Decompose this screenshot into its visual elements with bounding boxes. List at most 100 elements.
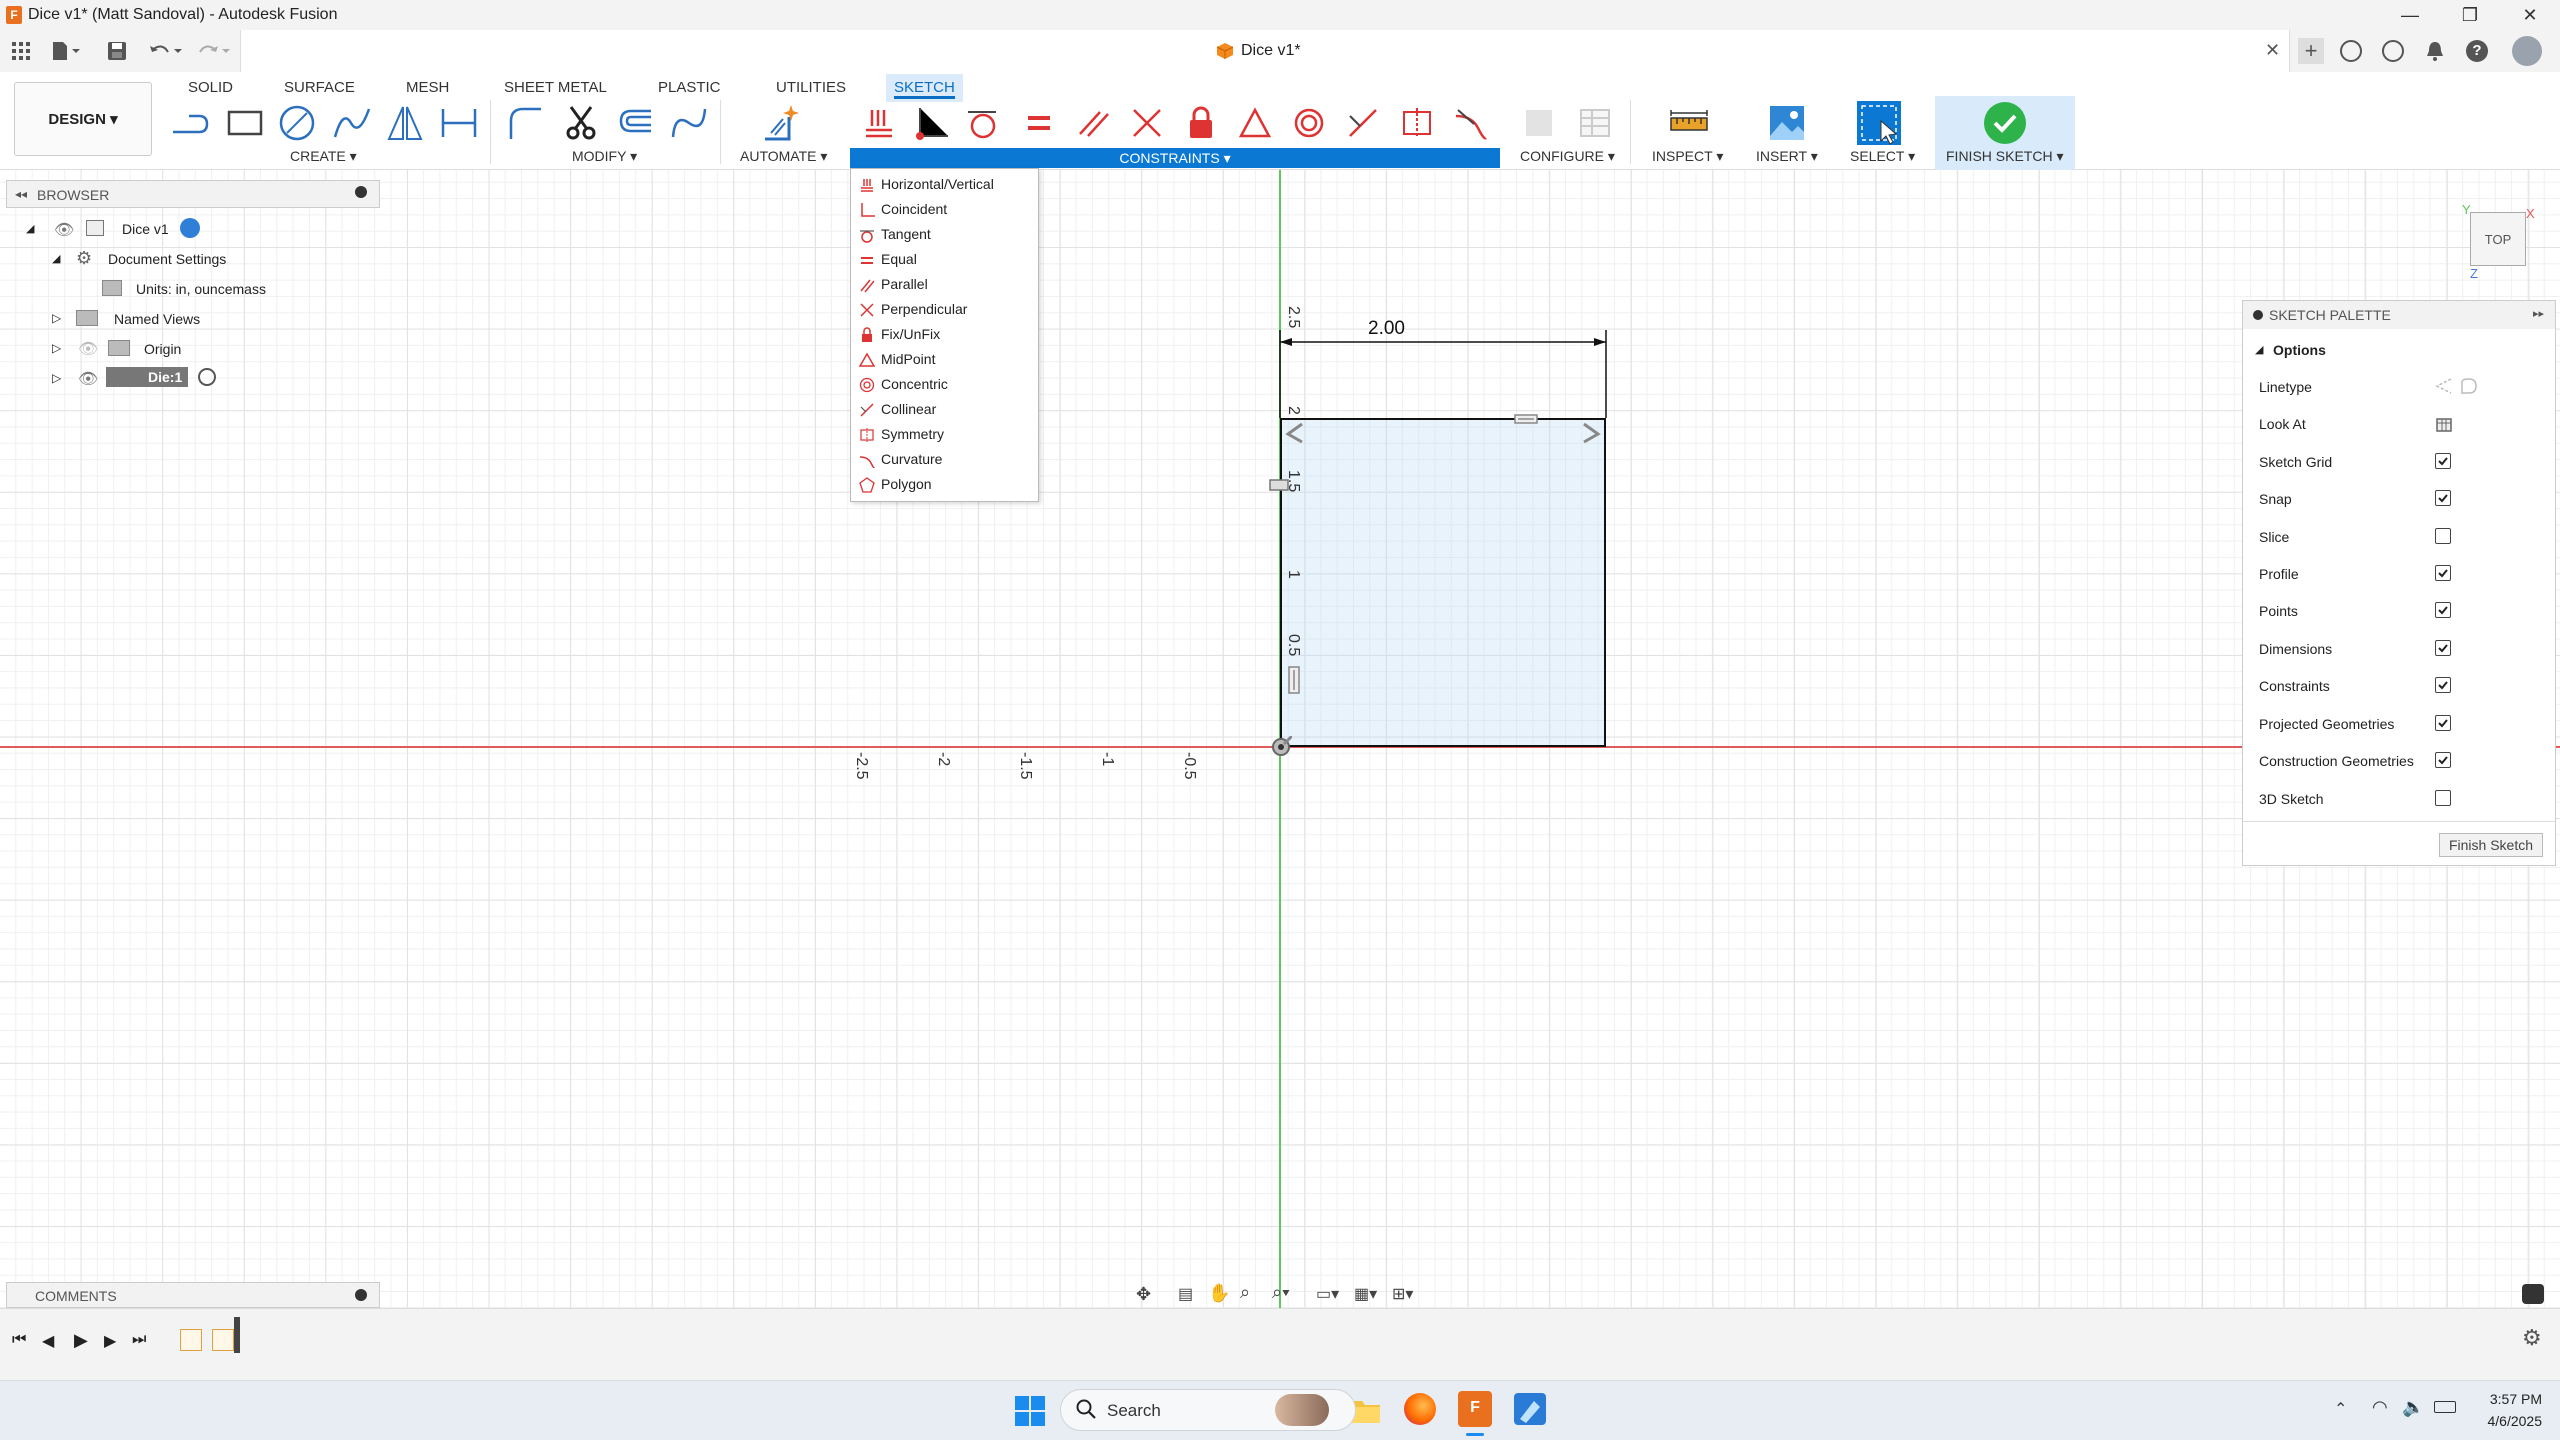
3d-sketch-checkbox[interactable]	[2435, 790, 2451, 806]
timeline-settings-gear-icon[interactable]: ⚙	[2522, 1325, 2542, 1351]
menu-item-parallel[interactable]: Parallel	[851, 272, 1038, 297]
display-settings-icon[interactable]: ▭▾	[1316, 1284, 1339, 1304]
collinear-constraint-icon[interactable]	[1340, 100, 1386, 146]
expand-arrow-icon[interactable]: ▷	[52, 311, 61, 325]
help-icon[interactable]: ?	[2466, 40, 2488, 62]
document-settings-node[interactable]: Document Settings	[108, 251, 226, 267]
finish-sketch-menu[interactable]: FINISH SKETCH ▾	[1946, 148, 2063, 165]
windows-start-icon[interactable]	[1014, 1395, 1046, 1427]
slice-checkbox[interactable]	[2435, 528, 2451, 544]
document-tab[interactable]: Dice v1* ✕	[240, 30, 2290, 72]
menu-item-polygon[interactable]: Polygon	[851, 472, 1038, 497]
tab-solid[interactable]: SOLID	[184, 74, 237, 102]
look-at-icon[interactable]: ▤	[1178, 1284, 1193, 1304]
redo-icon[interactable]	[196, 40, 236, 62]
menu-item-symmetry[interactable]: Symmetry	[851, 422, 1038, 447]
tab-mesh[interactable]: MESH	[402, 74, 453, 102]
play-icon[interactable]: ▶	[74, 1330, 88, 1351]
comments-panel[interactable]: COMMENTS	[6, 1282, 380, 1308]
volume-icon[interactable]: 🔈	[2402, 1397, 2424, 1418]
automate-menu[interactable]: AUTOMATE ▾	[740, 148, 827, 165]
trim-tool-icon[interactable]	[558, 100, 604, 146]
sketch-profile[interactable]	[1280, 418, 1606, 747]
configure-menu[interactable]: CONFIGURE ▾	[1520, 148, 1615, 165]
expand-arrow-icon[interactable]: ▷	[52, 341, 61, 355]
timeline-marker[interactable]	[234, 1317, 240, 1353]
line-tool-icon[interactable]	[166, 100, 212, 146]
minimize-button[interactable]: —	[2380, 0, 2440, 30]
tangent-constraint-icon[interactable]	[960, 100, 1006, 146]
dimension-tool-icon[interactable]	[436, 100, 482, 146]
tab-plastic[interactable]: PLASTIC	[654, 74, 725, 102]
workspace-switcher[interactable]: DESIGN ▾	[14, 82, 152, 156]
units-node[interactable]: Units: in, ouncemass	[136, 281, 266, 297]
create-menu[interactable]: CREATE ▾	[290, 148, 357, 165]
corner-constraint-icon[interactable]	[1284, 422, 1306, 444]
corner-constraint-icon[interactable]	[1580, 422, 1602, 444]
menu-item-midpoint[interactable]: MidPoint	[851, 347, 1038, 372]
close-window-button[interactable]: ✕	[2500, 0, 2560, 30]
zoom-window-icon[interactable]: ⌕▾	[1272, 1282, 1290, 1303]
expand-arrow-icon[interactable]: ▷	[52, 371, 61, 385]
pan-icon[interactable]: ✋	[1208, 1283, 1230, 1304]
collapse-browser-icon[interactable]: ◂◂	[15, 187, 27, 201]
save-icon[interactable]	[106, 40, 128, 62]
menu-item-concentric[interactable]: Concentric	[851, 372, 1038, 397]
fix-unfix-constraint-icon[interactable]	[1178, 100, 1224, 146]
dimensions-checkbox[interactable]	[2435, 640, 2451, 656]
tab-surface[interactable]: SURFACE	[280, 74, 359, 102]
palette-header[interactable]: SKETCH PALETTE ▸▸	[2243, 301, 2555, 329]
next-step-icon[interactable]: ▶	[104, 1331, 116, 1351]
select-menu[interactable]: SELECT ▾	[1850, 148, 1915, 165]
browser-pin-icon[interactable]	[355, 186, 367, 198]
symmetry-constraint-icon[interactable]	[1394, 100, 1440, 146]
expand-palette-icon[interactable]: ▸▸	[2533, 307, 2544, 320]
vertical-constraint-icon[interactable]	[1288, 666, 1300, 694]
fusion-taskbar-icon[interactable]: F	[1458, 1391, 1492, 1427]
chat-icon[interactable]	[2522, 1284, 2544, 1304]
menu-item-equal[interactable]: Equal	[851, 247, 1038, 272]
insert-menu[interactable]: INSERT ▾	[1756, 148, 1818, 165]
app-taskbar-icon[interactable]	[1514, 1393, 1546, 1425]
close-tab-icon[interactable]: ✕	[2265, 40, 2280, 61]
coincident-constraint-icon[interactable]	[908, 100, 954, 146]
measure-tool-icon[interactable]	[1666, 100, 1712, 146]
app-grid-icon[interactable]	[10, 40, 32, 62]
dimension-line[interactable]	[1270, 320, 1620, 425]
offset-tool-icon[interactable]	[612, 100, 658, 146]
browser-root[interactable]: Dice v1	[122, 221, 169, 237]
viewports-icon[interactable]: ⊞▾	[1392, 1284, 1413, 1304]
visibility-eye-icon[interactable]: 👁	[54, 220, 74, 240]
timeline-sketch-feature-icon[interactable]	[180, 1329, 202, 1351]
last-step-icon[interactable]: ⏭	[132, 1331, 146, 1349]
automate-tool-icon[interactable]	[758, 100, 804, 146]
menu-item-curvature[interactable]: Curvature	[851, 447, 1038, 472]
zoom-icon[interactable]: ⌕	[1240, 1282, 1250, 1303]
tab-sketch[interactable]: SKETCH	[886, 74, 963, 102]
hidden-eye-icon[interactable]: 👁	[78, 339, 98, 359]
browser-header[interactable]: ◂◂ BROWSER	[6, 180, 380, 208]
projected-geometries-checkbox[interactable]	[2435, 715, 2451, 731]
palette-finish-sketch-button[interactable]: Finish Sketch	[2439, 833, 2543, 857]
snap-checkbox[interactable]	[2435, 490, 2451, 506]
construction-linetype-icon[interactable]	[2433, 377, 2453, 395]
horizontal-vertical-constraint-icon[interactable]	[856, 100, 902, 146]
undo-icon[interactable]	[148, 40, 188, 62]
horizontal-constraint-icon[interactable]	[1514, 414, 1538, 424]
equal-constraint-icon[interactable]	[1016, 100, 1062, 146]
menu-item-horizontal-vertical[interactable]: Horizontal/Vertical	[851, 172, 1038, 197]
comments-pin-icon[interactable]	[355, 1289, 367, 1301]
construction-geometries-checkbox[interactable]	[2435, 752, 2451, 768]
named-views-node[interactable]: Named Views	[114, 311, 200, 327]
sketch-canvas[interactable]: 2.00 -2.5 -2 -1.5 -1 -0.5 2.5 2 1.5 1 0.…	[0, 170, 2560, 1308]
notifications-icon[interactable]	[2424, 40, 2446, 62]
modify-menu[interactable]: MODIFY ▾	[572, 148, 637, 165]
spline-tool-icon[interactable]	[328, 100, 374, 146]
origin-node[interactable]: Origin	[144, 341, 181, 357]
midpoint-constraint-icon[interactable]	[1232, 100, 1278, 146]
profile-checkbox[interactable]	[2435, 565, 2451, 581]
grid-settings-icon[interactable]: ▦▾	[1354, 1284, 1377, 1304]
timeline-sketch-feature-icon[interactable]	[212, 1329, 234, 1351]
taskbar-search-box[interactable]: Search	[1060, 1389, 1356, 1431]
tab-utilities[interactable]: UTILITIES	[772, 74, 850, 102]
